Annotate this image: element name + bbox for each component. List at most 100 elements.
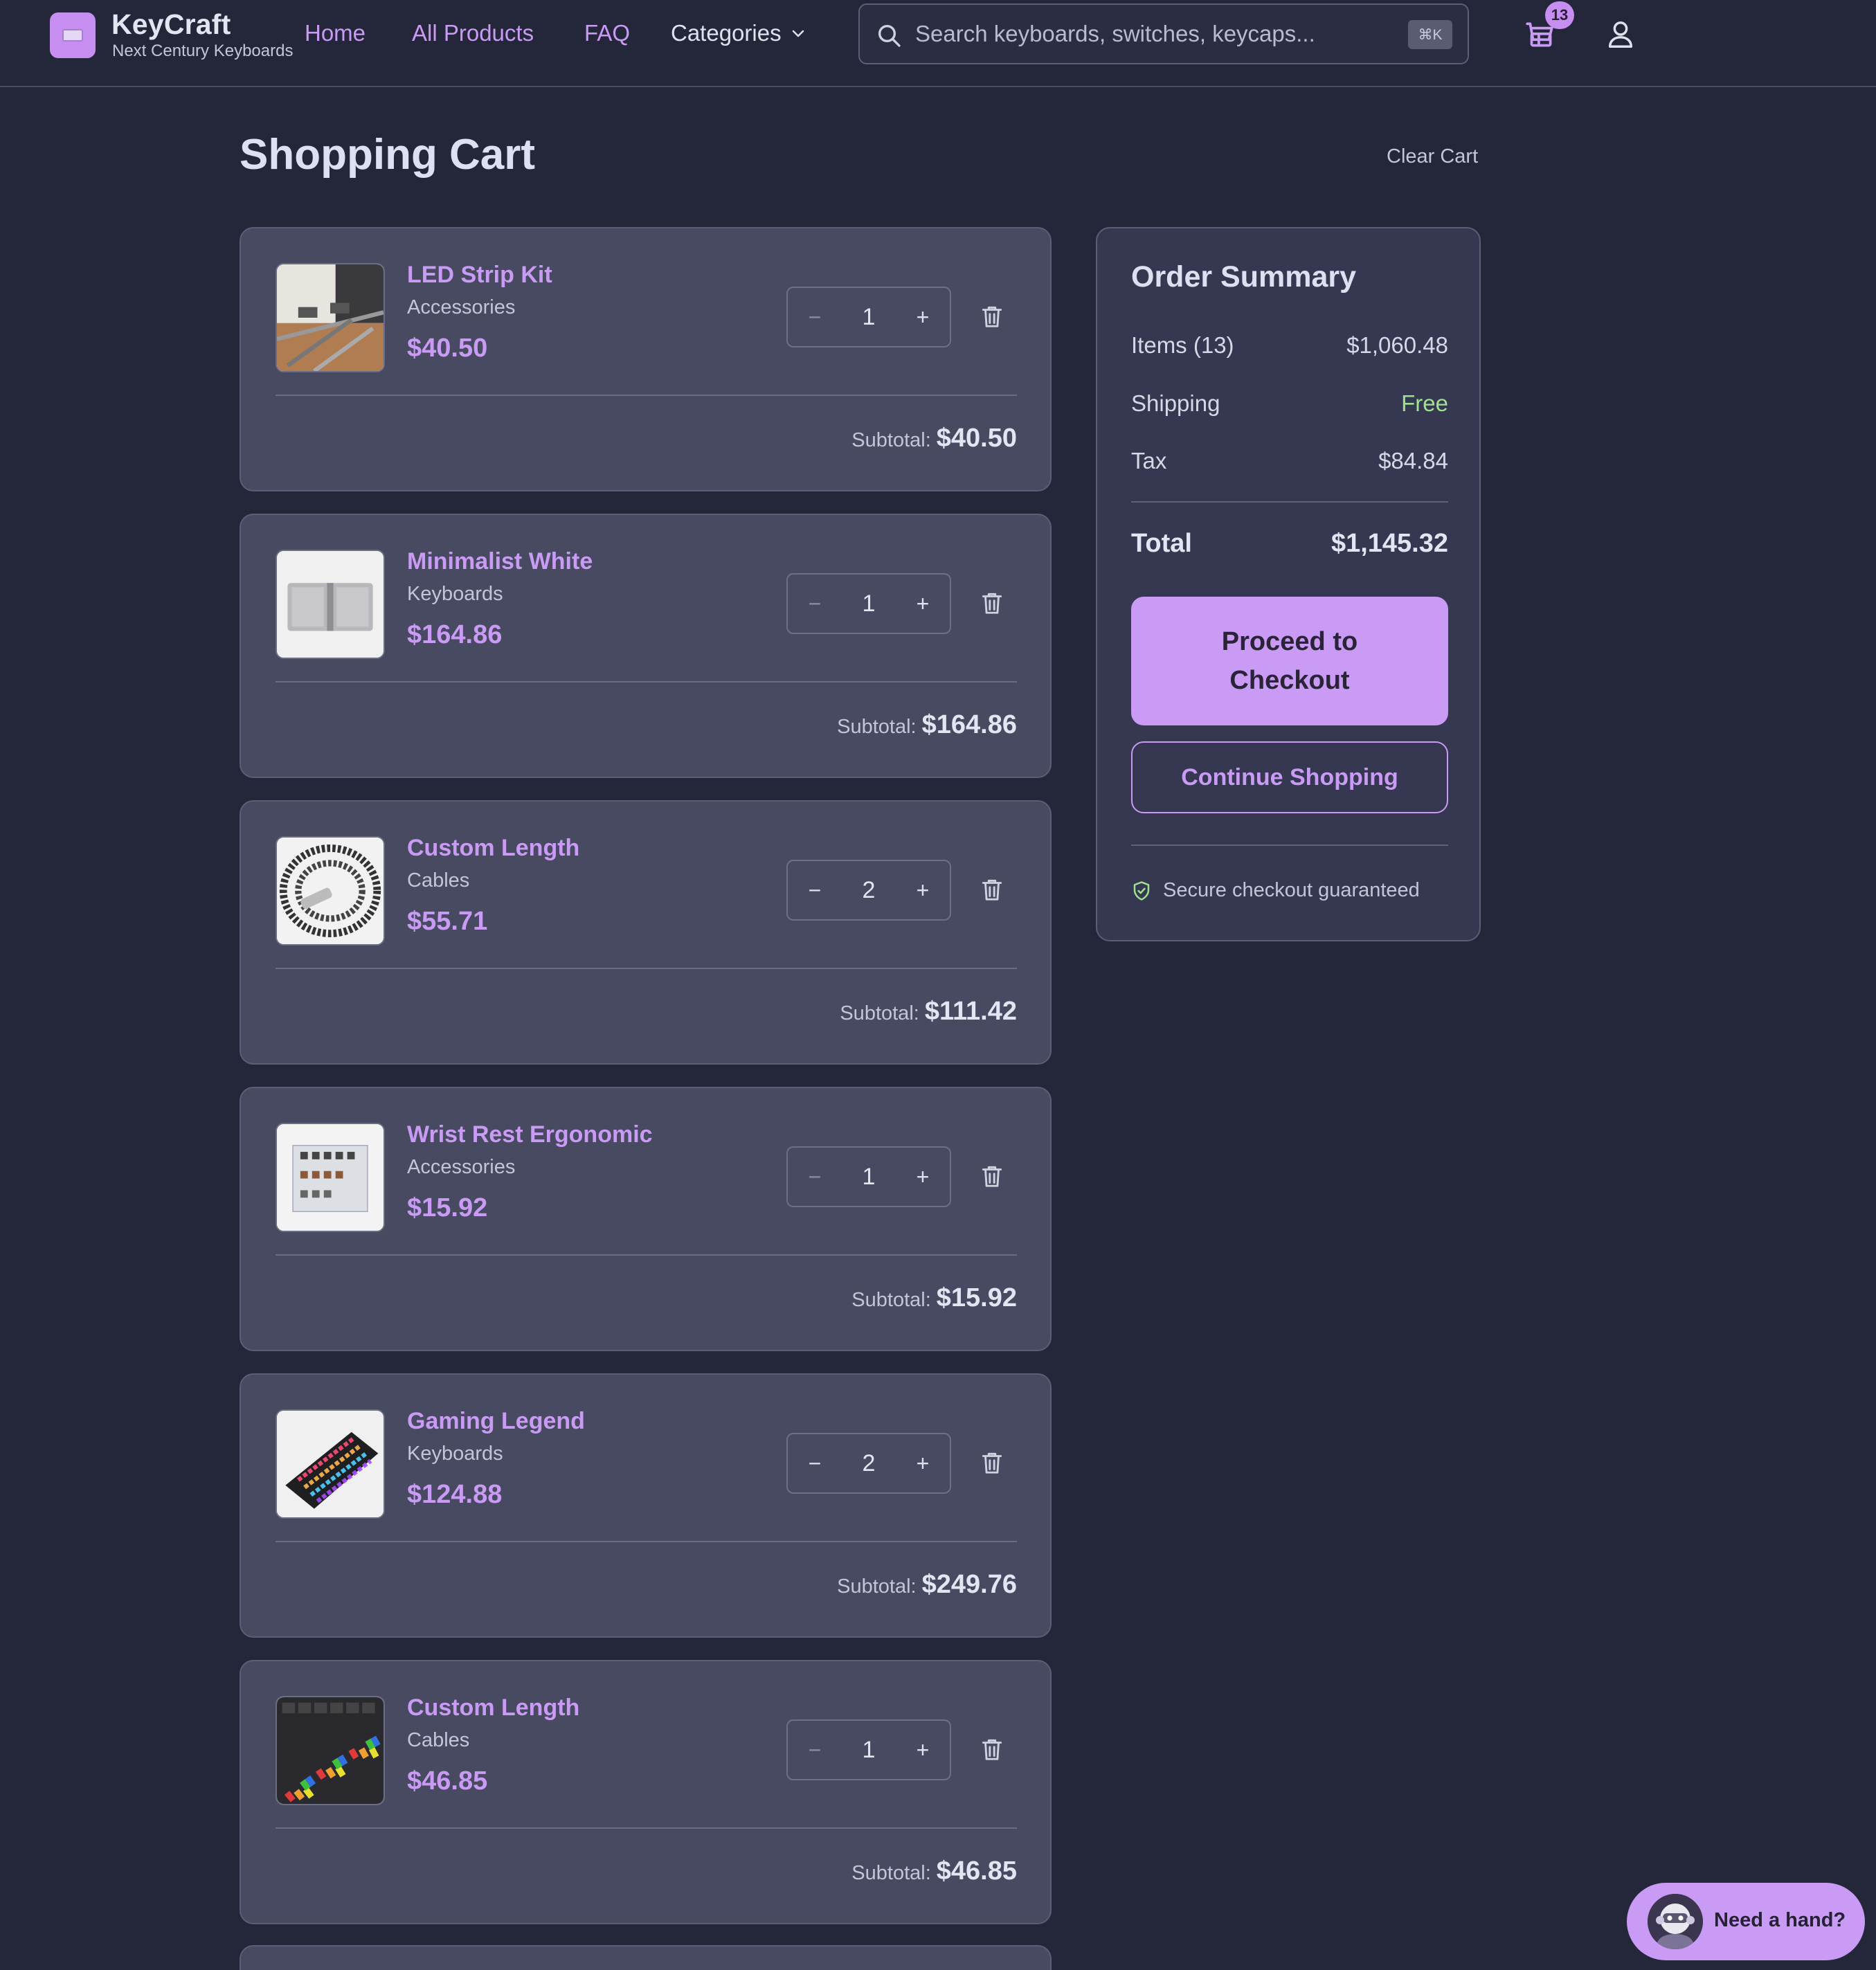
quantity-value: 1 xyxy=(862,1163,876,1190)
product-category: Accessories xyxy=(407,296,516,318)
help-chat-button[interactable]: Need a hand? xyxy=(1627,1883,1865,1960)
shipping-value: Free xyxy=(1401,390,1448,416)
subtotal-label: Subtotal: xyxy=(837,716,917,738)
item-subtotal: Subtotal: $46.85 xyxy=(851,1856,1017,1886)
decrease-quantity-button[interactable]: − xyxy=(791,1434,839,1492)
nav-categories-label: Categories xyxy=(671,20,782,46)
trash-icon[interactable] xyxy=(979,1162,1005,1190)
trash-icon[interactable] xyxy=(979,876,1005,903)
increase-quantity-button[interactable]: + xyxy=(899,1721,947,1779)
decrease-quantity-button[interactable]: − xyxy=(791,1148,839,1206)
product-thumbnail[interactable] xyxy=(276,836,385,946)
product-price: $164.86 xyxy=(407,620,503,649)
product-price: $46.85 xyxy=(407,1766,488,1796)
item-divider xyxy=(276,968,1017,969)
subtotal-label: Subtotal: xyxy=(851,429,931,451)
summary-divider xyxy=(1131,501,1448,503)
search-bar[interactable]: ⌘K xyxy=(858,3,1469,64)
item-divider xyxy=(276,681,1017,683)
total-value: $1,145.32 xyxy=(1331,529,1448,558)
item-subtotal: Subtotal: $40.50 xyxy=(851,424,1017,453)
increase-quantity-button[interactable]: + xyxy=(899,861,947,919)
chevron-down-icon xyxy=(792,30,804,37)
product-thumbnail[interactable] xyxy=(276,263,385,372)
cart-item: Gaming Legend Keyboards $124.88 − 2 + Su… xyxy=(240,1373,1052,1638)
page-title: Shopping Cart xyxy=(240,131,536,179)
nav-categories-dropdown[interactable]: Categories xyxy=(671,20,806,46)
decrease-quantity-button[interactable]: − xyxy=(791,1721,839,1779)
subtotal-label: Subtotal: xyxy=(837,1575,917,1598)
decrease-quantity-button[interactable]: − xyxy=(791,861,839,919)
checkout-button[interactable]: Proceed to Checkout xyxy=(1131,597,1448,725)
decrease-quantity-button[interactable]: − xyxy=(791,288,839,346)
help-label: Need a hand? xyxy=(1714,1909,1846,1931)
trash-icon[interactable] xyxy=(979,1449,1005,1476)
quantity-value: 1 xyxy=(862,1736,876,1763)
subtotal-value: $15.92 xyxy=(936,1283,1017,1312)
summary-total-row: Total $1,145.32 xyxy=(1131,529,1448,559)
assistant-avatar xyxy=(1648,1894,1703,1949)
cart-item: Minimalist White Keyboards $164.86 − 1 +… xyxy=(240,514,1052,778)
nav-faq[interactable]: FAQ xyxy=(584,20,630,46)
item-subtotal: Subtotal: $15.92 xyxy=(851,1283,1017,1313)
product-category: Keyboards xyxy=(407,583,503,605)
decrease-quantity-button[interactable]: − xyxy=(791,575,839,633)
cart-item: Custom Length Cables $55.71 − 2 + Subtot… xyxy=(240,800,1052,1065)
subtotal-value: $164.86 xyxy=(921,710,1017,739)
keyboard-logo-icon[interactable] xyxy=(50,12,96,58)
continue-shopping-button[interactable]: Continue Shopping xyxy=(1131,741,1448,813)
product-thumbnail[interactable] xyxy=(276,1409,385,1519)
product-thumbnail[interactable] xyxy=(276,550,385,659)
product-name-link[interactable]: Minimalist White xyxy=(407,548,593,575)
increase-quantity-button[interactable]: + xyxy=(899,1434,947,1492)
nav-home[interactable]: Home xyxy=(305,20,366,46)
quantity-stepper: − 1 + xyxy=(786,1719,951,1780)
product-name-link[interactable]: Custom Length xyxy=(407,1695,579,1722)
subtotal-value: $249.76 xyxy=(921,1570,1017,1599)
product-thumbnail[interactable] xyxy=(276,1696,385,1805)
product-thumbnail[interactable] xyxy=(276,1123,385,1232)
subtotal-value: $40.50 xyxy=(936,424,1017,453)
subtotal-label: Subtotal: xyxy=(840,1002,919,1024)
product-category: Cables xyxy=(407,869,470,892)
product-name-link[interactable]: Wrist Rest Ergonomic xyxy=(407,1121,653,1148)
trash-icon[interactable] xyxy=(979,1735,1005,1763)
quantity-stepper: − 2 + xyxy=(786,1433,951,1494)
trash-icon[interactable] xyxy=(979,589,1005,617)
increase-quantity-button[interactable]: + xyxy=(899,575,947,633)
increase-quantity-button[interactable]: + xyxy=(899,288,947,346)
trash-icon[interactable] xyxy=(979,302,1005,330)
product-name-link[interactable]: Gaming Legend xyxy=(407,1408,585,1435)
product-name-link[interactable]: Custom Length xyxy=(407,835,579,862)
item-divider xyxy=(276,1254,1017,1256)
subtotal-value: $46.85 xyxy=(936,1856,1017,1886)
items-label: Items (13) xyxy=(1131,332,1234,358)
site-header: KeyCraft Next Century Keyboards Home All… xyxy=(0,0,1876,87)
tax-value: $84.84 xyxy=(1378,448,1448,473)
secure-text: Secure checkout guaranteed xyxy=(1163,879,1420,901)
quantity-value: 2 xyxy=(862,876,876,903)
product-name-link[interactable]: LED Strip Kit xyxy=(407,262,552,289)
cart-item: Custom Length Cables $46.85 − 1 + Subtot… xyxy=(240,1660,1052,1924)
subtotal-label: Subtotal: xyxy=(851,1289,931,1311)
increase-quantity-button[interactable]: + xyxy=(899,1148,947,1206)
product-category: Accessories xyxy=(407,1156,516,1178)
quantity-value: 1 xyxy=(862,590,876,617)
total-label: Total xyxy=(1131,529,1192,558)
item-subtotal: Subtotal: $164.86 xyxy=(837,710,1017,740)
shortcut-hint: ⌘K xyxy=(1408,20,1452,49)
quantity-stepper: − 1 + xyxy=(786,287,951,347)
summary-title: Order Summary xyxy=(1131,260,1357,293)
search-input[interactable] xyxy=(915,15,1386,53)
subtotal-value: $111.42 xyxy=(924,997,1017,1026)
item-subtotal: Subtotal: $111.42 xyxy=(840,997,1017,1027)
quantity-stepper: − 2 + xyxy=(786,860,951,921)
user-icon[interactable] xyxy=(1605,18,1636,51)
quantity-stepper: − 1 + xyxy=(786,1146,951,1207)
secure-checkout-note: Secure checkout guaranteed xyxy=(1131,879,1420,902)
product-category: Keyboards xyxy=(407,1443,503,1465)
clear-cart-button[interactable]: Clear Cart xyxy=(1387,145,1478,168)
brand-name[interactable]: KeyCraft xyxy=(111,8,231,41)
shield-check-icon xyxy=(1133,880,1150,901)
nav-all-products[interactable]: All Products xyxy=(412,20,534,46)
